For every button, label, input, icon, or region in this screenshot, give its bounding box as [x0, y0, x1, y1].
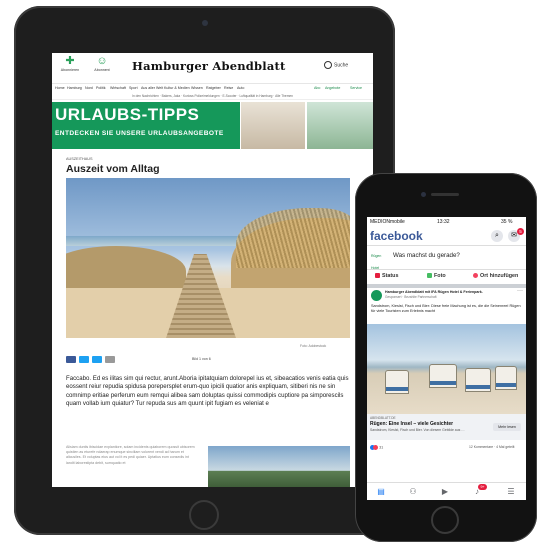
status-bar: MEDIONmobile 13:32 35 %: [367, 217, 526, 227]
menu-item-reise[interactable]: Reise: [224, 84, 233, 92]
love-icon: [373, 445, 378, 450]
link-preview[interactable]: ABENDBLATT.DE Rügen: Eine Insel – viele …: [367, 414, 526, 440]
photo-button[interactable]: Foto: [427, 273, 446, 279]
phone-screen: MEDIONmobile 13:32 35 % facebook ⌕ ✉ 5 R…: [367, 217, 526, 500]
status-icon: [375, 273, 380, 279]
article-photo-secondary[interactable]: [208, 446, 350, 487]
ad-image-yoga: [307, 102, 373, 149]
share-bar: [66, 356, 146, 364]
ad-banner-subtitle: ENTDECKEN SIE UNSERE URLAUBSANGEBOTE: [55, 130, 224, 137]
menu-item-wissen[interactable]: Wissen: [191, 84, 203, 92]
post-image-beach-chairs[interactable]: [367, 324, 526, 414]
tablet-device: ✚ Abonnieren ☺ Abonnent Hamburger Abendb…: [14, 6, 395, 535]
subscribe-link[interactable]: ✚ Abonnieren: [58, 55, 82, 73]
article-headline: Auszeit vom Alltag: [66, 163, 160, 175]
menu-item-abo[interactable]: Abo: [314, 84, 320, 92]
location-icon: [473, 273, 478, 279]
reaction-number: 31: [379, 445, 384, 450]
ad-banner-text: URLAUBS-TIPPS ENTDECKEN SIE UNSERE URLAU…: [52, 102, 240, 149]
photo-icon: [427, 273, 432, 279]
subscriber-label: Abonnent: [94, 68, 110, 72]
mail-icon[interactable]: [105, 356, 115, 363]
menu-item-angebote[interactable]: Angebote: [325, 84, 340, 92]
menu-item-sport[interactable]: Sport: [129, 84, 138, 92]
photo-credit: Foto: Adobestock: [300, 344, 327, 348]
news-feed-icon[interactable]: ▤: [375, 486, 387, 498]
author-avatar[interactable]: [371, 290, 382, 301]
subscribe-label: Abonnieren: [60, 68, 80, 72]
read-more-button[interactable]: Mehr lesen: [493, 423, 521, 431]
search-button[interactable]: Suche: [324, 61, 348, 69]
bottom-tab-bar: ▤ ⚇ ▶ ♪ 9+ ☰: [367, 482, 526, 500]
post-meta: Gesponsert · Bezahlte Partnerschaft: [385, 295, 437, 299]
search-label: Suche: [334, 62, 349, 69]
comment-share-count[interactable]: 12 Kommentare · 4 Mal geteilt: [469, 445, 514, 449]
friends-icon[interactable]: ⚇: [407, 486, 419, 498]
watch-icon[interactable]: ▶: [439, 486, 451, 498]
ad-banner[interactable]: URLAUBS-TIPPS ENTDECKEN SIE UNSERE URLAU…: [52, 102, 373, 149]
home-button[interactable]: [431, 506, 459, 534]
post-composer[interactable]: Rügen Hotel Was machst du gerade?: [367, 246, 526, 270]
home-button[interactable]: [189, 500, 219, 530]
page-avatar: Rügen Hotel: [371, 254, 382, 270]
subscriber-link[interactable]: ☺ Abonnent: [90, 55, 114, 73]
post-author[interactable]: Hamburger Abendblatt mit IFA Rügen Hotel…: [385, 290, 515, 294]
messenger-badge: 5: [517, 228, 524, 235]
camera-icon: [421, 192, 426, 197]
xing-icon[interactable]: [92, 356, 102, 363]
facebook-logo[interactable]: facebook: [370, 229, 423, 243]
menu-item-home[interactable]: Home: [55, 84, 65, 92]
user-icon: ☺: [96, 55, 108, 67]
menu-item-wirtschaft[interactable]: Wirtschaft: [110, 84, 126, 92]
ad-image-massage: [241, 102, 305, 149]
photo-label: Foto: [434, 273, 446, 279]
reaction-count[interactable]: 31: [370, 445, 383, 450]
article-rubrik: AUSZEITHAUS: [66, 157, 93, 161]
status-button[interactable]: Status: [375, 273, 398, 279]
main-menu: Home Hamburg Nord Politik Wirtschaft Spo…: [52, 84, 373, 92]
location-button[interactable]: Ort hinzufügen: [473, 273, 518, 279]
speaker-grille: [431, 193, 459, 196]
tablet-screen: ✚ Abonnieren ☺ Abonnent Hamburger Abendb…: [52, 53, 373, 487]
camera-icon: [202, 20, 208, 26]
news-ticker[interactable]: In den Nachrichten · Bakers, Jaka · Kuri…: [52, 93, 373, 100]
menu-item-welt[interactable]: Aus aller Welt: [141, 84, 163, 92]
article-lead: Faccabo. Ed es ilitas sim qui rectur, ar…: [66, 375, 349, 408]
search-icon: [324, 61, 332, 69]
facebook-icon[interactable]: [66, 356, 76, 363]
gallery-pager: Bild 1 von 6: [192, 357, 211, 361]
twitter-icon[interactable]: [79, 356, 89, 363]
site-logo[interactable]: Hamburger Abendblatt: [132, 59, 286, 73]
menu-item-service[interactable]: Service: [350, 84, 362, 92]
link-description: Sandstrom, Kieslst, Fisch und Bier. Von …: [370, 428, 465, 432]
menu-item-hamburg[interactable]: Hamburg: [67, 84, 82, 92]
phone-device: MEDIONmobile 13:32 35 % facebook ⌕ ✉ 5 R…: [355, 173, 537, 542]
composer-actions: Status Foto Ort hinzufügen: [367, 269, 526, 288]
sponsored-post: Hamburger Abendblatt mit IFA Rügen Hotel…: [367, 288, 526, 500]
site-header: ✚ Abonnieren ☺ Abonnent Hamburger Abendb…: [52, 53, 373, 84]
menu-item-kultur[interactable]: Kultur & Medien: [164, 84, 190, 92]
search-icon[interactable]: ⌕: [491, 230, 503, 242]
article-photo-dunes[interactable]: [66, 178, 350, 338]
menu-item-auto[interactable]: Auto: [237, 84, 244, 92]
link-title: Rügen: Eine Insel – viele Gesichter: [370, 421, 454, 427]
menu-item-ratgeber[interactable]: Ratgeber: [206, 84, 221, 92]
link-domain: ABENDBLATT.DE: [370, 416, 396, 420]
post-text: Sandstrom, Kieslst, Fisch und Bier: Dies…: [371, 304, 521, 313]
clock: 13:32: [437, 219, 450, 225]
menu-item-nord[interactable]: Nord: [85, 84, 93, 92]
more-options-icon[interactable]: ···: [517, 288, 523, 294]
ad-banner-title: URLAUBS-TIPPS: [55, 105, 200, 124]
battery-level: 35 %: [501, 219, 513, 225]
facebook-header: facebook ⌕ ✉ 5: [367, 227, 526, 246]
carrier-label: MEDIONmobile: [370, 219, 405, 225]
subscribe-icon: ✚: [65, 55, 75, 67]
composer-prompt[interactable]: Was machst du gerade?: [393, 252, 460, 259]
article-body: Alisiam duntis ibiscidae explantiore, so…: [66, 445, 195, 465]
menu-icon[interactable]: ☰: [505, 486, 517, 498]
menu-item-politik[interactable]: Politik: [96, 84, 106, 92]
notifications-badge: 9+: [478, 484, 487, 490]
status-label: Status: [382, 273, 399, 279]
location-label: Ort hinzufügen: [480, 273, 519, 279]
